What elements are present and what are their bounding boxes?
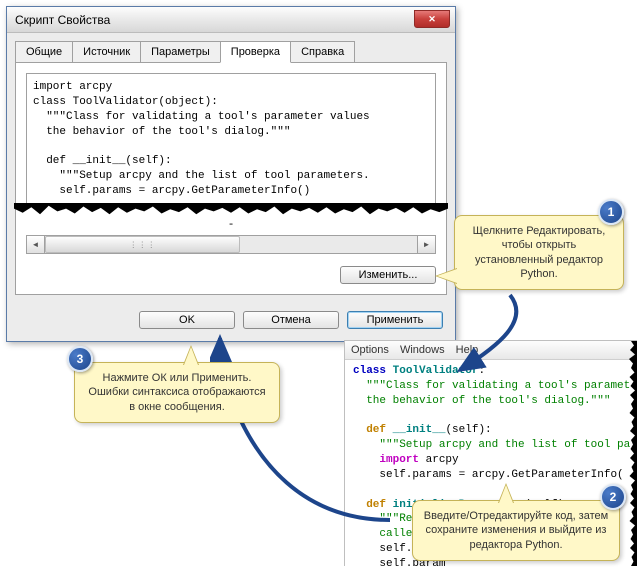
step-badge-2: 2 <box>600 484 626 510</box>
tab-general[interactable]: Общие <box>15 41 73 62</box>
dialog-button-row: OK Отмена Применить <box>7 303 455 341</box>
step-badge-3: 3 <box>67 346 93 372</box>
callout-step-1: Щелкните Редактировать, чтобы открыть ус… <box>454 215 624 290</box>
callout-pointer-icon <box>435 268 457 284</box>
title-bar[interactable]: Скрипт Свойства ✕ <box>7 7 455 33</box>
close-button[interactable]: ✕ <box>414 10 450 28</box>
validation-code-textarea[interactable]: import arcpy class ToolValidator(object)… <box>26 73 436 205</box>
callout-1-text: Щелкните Редактировать, чтобы открыть ус… <box>473 225 606 280</box>
step-badge-1: 1 <box>598 199 624 225</box>
callout-3-text: Нажмите ОК или Применить. Ошибки синтакс… <box>88 372 265 413</box>
menu-options[interactable]: Options <box>351 344 389 356</box>
tab-strip: Общие Источник Параметры Проверка Справк… <box>7 33 455 62</box>
dialog-title: Скрипт Свойства <box>15 13 110 27</box>
menu-windows[interactable]: Windows <box>400 344 445 356</box>
torn-edge-decoration <box>14 203 448 217</box>
scroll-thumb[interactable]: ⋮⋮⋮ <box>45 236 240 253</box>
tab-parameters[interactable]: Параметры <box>140 41 221 62</box>
horizontal-scrollbar[interactable]: ◄ ⋮⋮⋮ ► <box>26 235 436 254</box>
editor-menubar[interactable]: Options Windows Help <box>345 341 637 360</box>
scroll-left-arrow-icon[interactable]: ◄ <box>27 236 45 253</box>
apply-button[interactable]: Применить <box>347 311 443 329</box>
callout-pointer-icon <box>183 345 199 365</box>
close-icon: ✕ <box>428 14 436 25</box>
script-properties-dialog: Скрипт Свойства ✕ Общие Источник Парамет… <box>6 6 456 342</box>
callout-pointer-icon <box>498 483 514 503</box>
callout-step-3: Нажмите ОК или Применить. Ошибки синтакс… <box>74 362 280 423</box>
callout-step-2: Введите/Отредактируйте код, затем сохран… <box>412 500 620 561</box>
cancel-button[interactable]: Отмена <box>243 311 339 329</box>
menu-help[interactable]: Help <box>456 344 479 356</box>
tab-validation[interactable]: Проверка <box>220 41 291 63</box>
scroll-right-arrow-icon[interactable]: ► <box>417 236 435 253</box>
tab-help[interactable]: Справка <box>290 41 355 62</box>
tab-source[interactable]: Источник <box>72 41 141 62</box>
ok-button[interactable]: OK <box>139 311 235 329</box>
callout-2-text: Введите/Отредактируйте код, затем сохран… <box>424 510 608 551</box>
edit-button[interactable]: Изменить... <box>340 266 436 284</box>
scroll-track[interactable]: ⋮⋮⋮ <box>45 236 417 253</box>
tab-panel-validation: import arcpy class ToolValidator(object)… <box>15 62 447 295</box>
dash-text: - <box>26 217 436 233</box>
